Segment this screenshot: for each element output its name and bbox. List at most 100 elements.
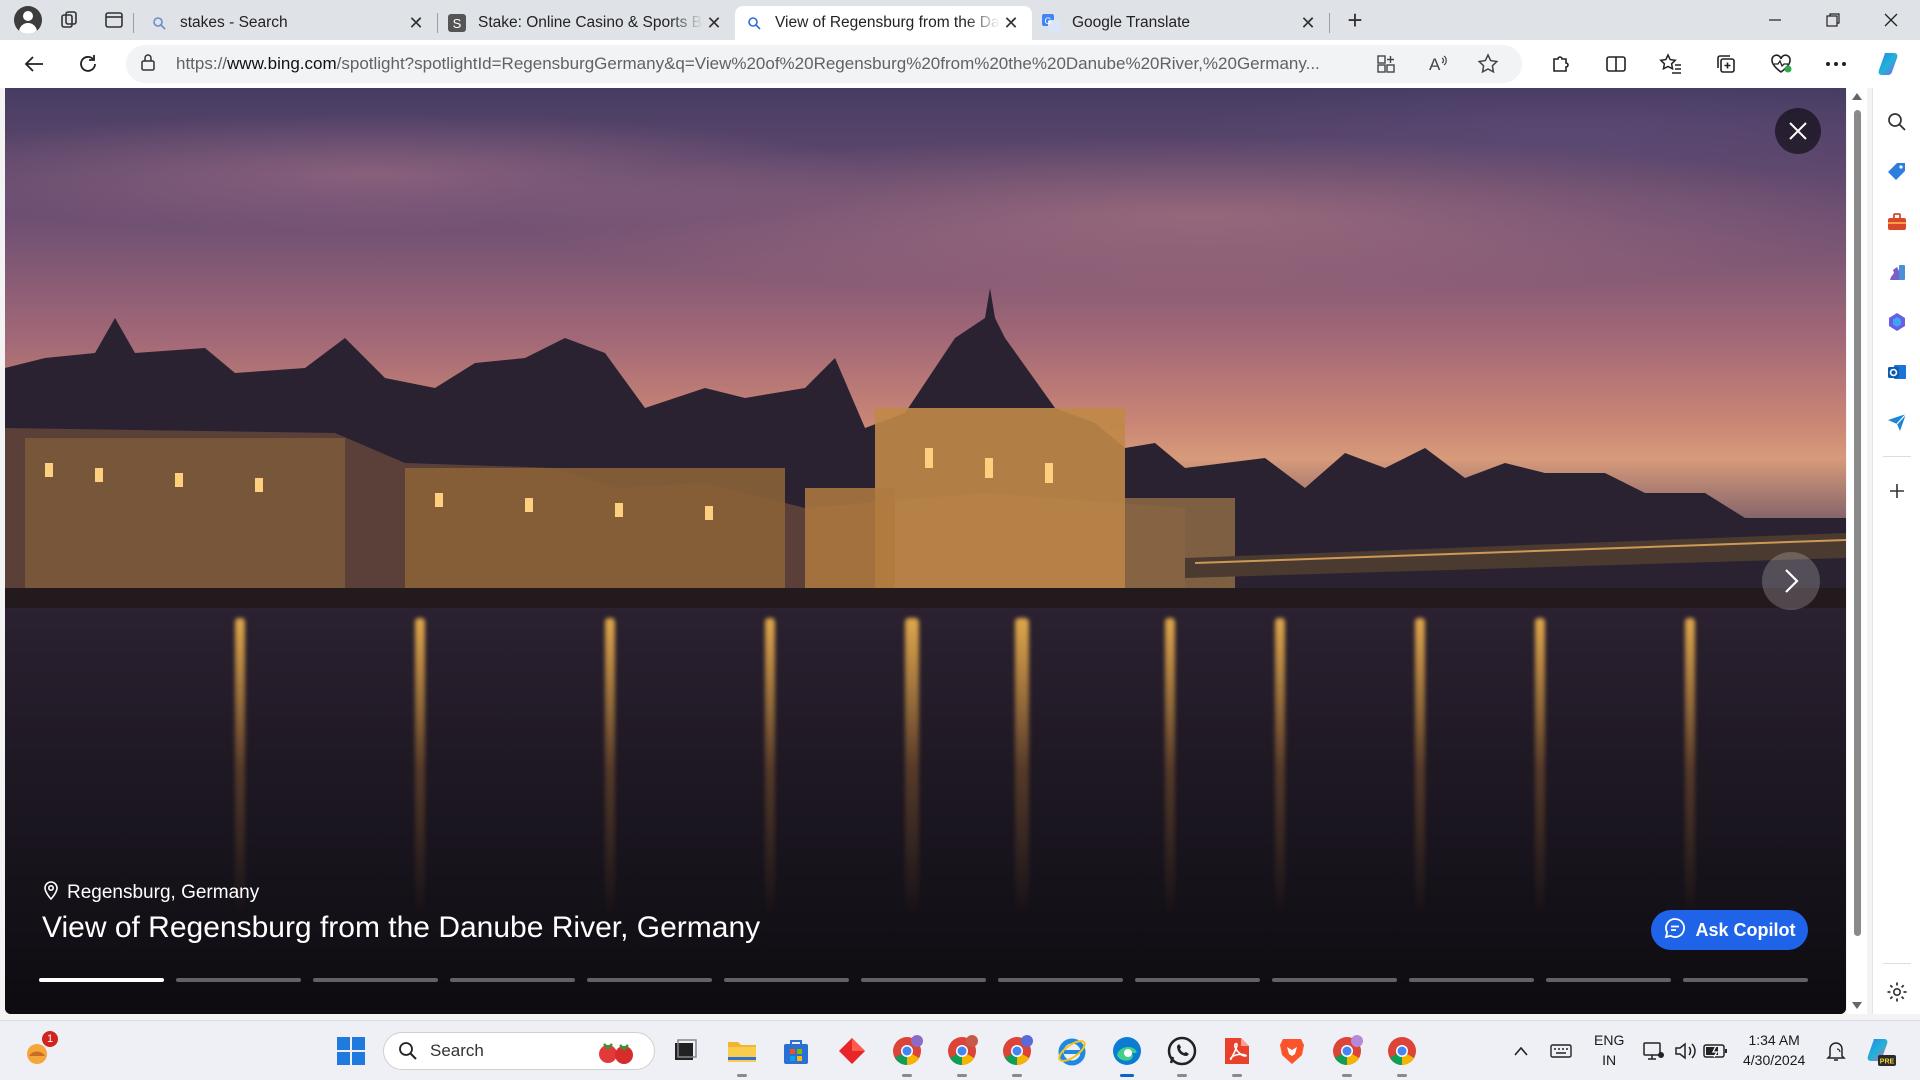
pdf-reader-app[interactable]: [1219, 1033, 1255, 1077]
restore-button[interactable]: [1804, 0, 1862, 40]
split-screen-button[interactable]: [1598, 46, 1634, 82]
internet-explorer-app[interactable]: [1054, 1033, 1090, 1069]
chrome-profile-3-app[interactable]: [999, 1033, 1035, 1077]
task-view-icon: [675, 1039, 697, 1060]
touch-keyboard-button[interactable]: [1543, 1033, 1579, 1069]
slideshow-segment[interactable]: [724, 978, 849, 982]
close-tab-icon[interactable]: ✕: [405, 12, 427, 34]
chrome-app[interactable]: [1384, 1033, 1420, 1077]
minimize-button[interactable]: [1746, 0, 1804, 40]
network-status[interactable]: [1636, 1033, 1672, 1069]
brave-browser-app[interactable]: [1274, 1033, 1310, 1069]
slideshow-segment[interactable]: [998, 978, 1123, 982]
notifications-button[interactable]: [1818, 1033, 1854, 1069]
workspaces-button[interactable]: [51, 4, 89, 36]
close-tab-icon[interactable]: ✕: [1297, 12, 1319, 34]
slideshow-segment[interactable]: [861, 978, 986, 982]
sidebar-add-button[interactable]: [1881, 475, 1913, 507]
chat-bubble-icon: [1663, 916, 1687, 945]
battery-status[interactable]: [1698, 1033, 1734, 1069]
back-button[interactable]: [16, 46, 52, 82]
url-text[interactable]: https://www.bing.com/spotlight?spotlight…: [176, 54, 1366, 74]
start-button[interactable]: [333, 1033, 369, 1069]
red-diamond-app[interactable]: [834, 1033, 870, 1069]
vertical-tabs-button[interactable]: [95, 4, 133, 36]
svg-text:A: A: [1429, 55, 1441, 74]
browser-essentials-button[interactable]: [1763, 46, 1799, 82]
favorites-button[interactable]: [1653, 46, 1689, 82]
microsoft-store-app[interactable]: [778, 1033, 814, 1069]
scroll-up-arrow-icon[interactable]: [1852, 92, 1862, 100]
next-image-button[interactable]: [1762, 552, 1820, 610]
chrome-icon: [1333, 1035, 1363, 1065]
sidebar-search[interactable]: [1881, 106, 1913, 138]
refresh-button[interactable]: [70, 46, 106, 82]
taskbar-search[interactable]: Search: [383, 1032, 655, 1070]
file-explorer-app[interactable]: [724, 1033, 760, 1077]
slideshow-segment[interactable]: [1135, 978, 1260, 982]
sidebar-outlook[interactable]: [1881, 356, 1913, 388]
scrollbar-thumb[interactable]: [1853, 110, 1861, 936]
page-scrollbar[interactable]: [1847, 88, 1867, 1014]
new-tab-button[interactable]: +: [1338, 4, 1372, 36]
sidebar-settings[interactable]: [1881, 976, 1913, 1008]
svg-text:PRE: PRE: [1880, 1059, 1895, 1066]
tab-stakes-search[interactable]: stakes - Search ✕: [140, 6, 437, 40]
slideshow-segment[interactable]: [1409, 978, 1534, 982]
taskbar-clock[interactable]: 1:34 AM 4/30/2024: [1743, 1030, 1805, 1070]
tab-regensburg[interactable]: View of Regensburg from the Danube River…: [735, 6, 1032, 40]
app-available-icon[interactable]: [1366, 54, 1406, 74]
scroll-down-arrow-icon[interactable]: [1852, 1002, 1862, 1010]
slideshow-segment[interactable]: [1546, 978, 1671, 982]
pdf-icon: [1225, 1038, 1249, 1064]
search-label: Search: [430, 1041, 484, 1060]
chrome-profile-2-app[interactable]: [944, 1033, 980, 1077]
copilot-preview-button[interactable]: PRE: [1862, 1033, 1898, 1069]
slideshow-segment[interactable]: [587, 978, 712, 982]
close-tab-icon[interactable]: ✕: [703, 12, 725, 34]
address-bar[interactable]: https://www.bing.com/spotlight?spotlight…: [126, 45, 1522, 83]
sidebar-tools[interactable]: [1881, 206, 1913, 238]
split-screen-icon: [1606, 56, 1626, 72]
profile-button[interactable]: [11, 3, 45, 37]
slideshow-segment[interactable]: [313, 978, 438, 982]
tab-stake-casino[interactable]: S Stake: Online Casino & Sports Betting …: [438, 6, 735, 40]
close-window-button[interactable]: [1862, 0, 1920, 40]
slideshow-segment[interactable]: [1683, 978, 1808, 982]
copilot-button[interactable]: [1872, 46, 1908, 82]
chrome-profile-1-app[interactable]: [889, 1033, 925, 1077]
read-aloud-icon[interactable]: A: [1418, 54, 1458, 74]
slideshow-segment[interactable]: [450, 978, 575, 982]
sidebar-microsoft365[interactable]: [1881, 306, 1913, 338]
ask-copilot-button[interactable]: Ask Copilot: [1651, 910, 1808, 950]
close-spotlight-button[interactable]: [1775, 108, 1821, 154]
sidebar-games[interactable]: [1881, 256, 1913, 288]
tab-google-translate[interactable]: G Google Translate ✕: [1032, 6, 1329, 40]
task-view-button[interactable]: [667, 1033, 703, 1069]
running-indicator: [1012, 1074, 1022, 1077]
settings-more-button[interactable]: [1818, 46, 1854, 82]
sidebar-drop[interactable]: [1881, 406, 1913, 438]
edge-browser-app[interactable]: [1109, 1033, 1145, 1077]
slideshow-segment[interactable]: [176, 978, 301, 982]
search-icon: [150, 14, 168, 32]
chrome-profile-4-app[interactable]: [1329, 1033, 1365, 1077]
show-hidden-icons-button[interactable]: [1503, 1033, 1539, 1069]
weather-widget[interactable]: 1: [22, 1031, 58, 1069]
brave-lion-icon: [1280, 1039, 1304, 1064]
whatsapp-app[interactable]: [1164, 1033, 1200, 1077]
favorite-star-icon[interactable]: [1468, 53, 1508, 75]
input-language-indicator[interactable]: ENG IN: [1594, 1030, 1624, 1070]
url-path: /spotlight?spotlightId=RegensburgGermany…: [336, 54, 1320, 73]
chess-games-icon: [1889, 265, 1905, 280]
extensions-button[interactable]: [1543, 46, 1579, 82]
lock-icon[interactable]: [140, 53, 160, 76]
collections-button[interactable]: [1708, 46, 1744, 82]
slideshow-segment[interactable]: [1272, 978, 1397, 982]
tab-title: Stake: Online Casino & Sports Betting: [478, 14, 703, 31]
slideshow-segment[interactable]: [39, 978, 164, 982]
close-tab-icon[interactable]: ✕: [1000, 12, 1022, 34]
strawberry-search-highlight-icon: [599, 1043, 633, 1064]
sidebar-shopping[interactable]: [1881, 156, 1913, 188]
clock-time: 1:34 AM: [1748, 1032, 1800, 1048]
